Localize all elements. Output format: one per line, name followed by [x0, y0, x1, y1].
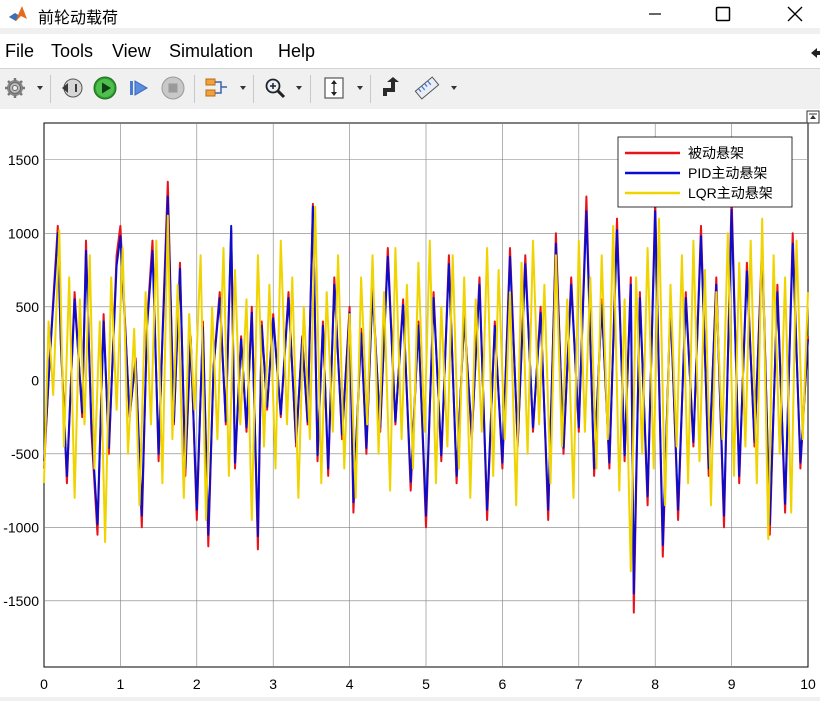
dock-icon[interactable] [810, 46, 820, 60]
toolbar-separator [310, 75, 311, 103]
legend[interactable]: 被动悬架 PID主动悬架 LQR主动悬架 [617, 136, 793, 208]
zoom-dropdown-icon[interactable] [296, 86, 302, 90]
x-tick-label: 10 [800, 676, 816, 692]
minimize-button[interactable] [632, 0, 678, 28]
settings-icon [5, 78, 25, 98]
zoom-button[interactable] [262, 75, 288, 101]
close-button[interactable] [772, 0, 818, 28]
minimize-icon [649, 13, 661, 15]
x-tick-label: 8 [651, 676, 659, 692]
x-tick-label: 7 [575, 676, 583, 692]
y-tick-label: 0 [31, 372, 39, 388]
stop-icon [161, 76, 185, 100]
x-tick-label: 4 [346, 676, 354, 692]
toolbar [0, 68, 820, 110]
run-button[interactable] [92, 75, 118, 101]
zoom-icon [265, 78, 286, 99]
menu-help[interactable]: Help [278, 41, 315, 62]
toolbar-separator [50, 75, 51, 103]
title-bar: 前轮动载荷 [0, 0, 820, 28]
step-forward-icon [130, 80, 148, 96]
menu-view[interactable]: View [112, 41, 151, 62]
y-tick-label: -1500 [3, 593, 39, 609]
step-forward-button[interactable] [126, 75, 152, 101]
maximize-icon [715, 6, 731, 22]
measure-button[interactable] [414, 75, 440, 101]
close-icon [787, 6, 803, 22]
legend-label: 被动悬架 [688, 145, 744, 161]
fit-axes-button[interactable] [321, 75, 347, 101]
fit-axes-icon [324, 77, 344, 99]
settings-dropdown-icon[interactable] [37, 86, 43, 90]
maximize-button[interactable] [700, 0, 746, 28]
y-tick-label: 500 [16, 299, 40, 315]
line-chart[interactable]: 0 1 2 3 4 5 6 7 8 9 10 -1500 -1000 -500 0 500 1000 1500 被… [0, 109, 820, 697]
x-tick-label: 0 [40, 676, 48, 692]
matlab-icon [7, 3, 29, 25]
toolbar-separator [253, 75, 254, 103]
highlight-block-icon [383, 77, 399, 96]
y-tick-label: 1000 [8, 225, 39, 241]
x-tick-label: 5 [422, 676, 430, 692]
x-tick-label: 1 [117, 676, 125, 692]
step-back-icon [62, 78, 83, 98]
undock-axes-icon[interactable] [806, 110, 820, 124]
step-back-button[interactable] [59, 75, 85, 101]
x-tick-label: 2 [193, 676, 201, 692]
toolbar-separator [370, 75, 371, 103]
stop-button[interactable] [160, 75, 186, 101]
menu-bar: File Tools View Simulation Help [0, 34, 820, 68]
measure-icon [414, 76, 440, 100]
fit-axes-dropdown-icon[interactable] [357, 86, 363, 90]
y-tick-label: 1500 [8, 152, 39, 168]
x-tick-label: 6 [499, 676, 507, 692]
scope-plot-area: 0 1 2 3 4 5 6 7 8 9 10 -1500 -1000 -500 0 500 1000 1500 被… [0, 109, 820, 697]
legend-label: LQR主动悬架 [688, 185, 773, 201]
settings-button[interactable] [2, 75, 28, 101]
highlight-block-button[interactable] [378, 75, 404, 101]
x-tick-label: 9 [728, 676, 736, 692]
run-icon [93, 76, 117, 100]
y-tick-label: -500 [11, 446, 39, 462]
measure-dropdown-icon[interactable] [451, 86, 457, 90]
menu-file[interactable]: File [5, 41, 34, 62]
toolbar-separator [194, 75, 195, 103]
window-title: 前轮动载荷 [38, 8, 119, 27]
y-tick-label: -1000 [3, 519, 39, 535]
signal-selector-icon [205, 78, 227, 97]
menu-simulation[interactable]: Simulation [169, 41, 253, 62]
menu-tools[interactable]: Tools [51, 41, 93, 62]
legend-label: PID主动悬架 [688, 165, 767, 181]
x-tick-label: 3 [269, 676, 277, 692]
signal-selector-button[interactable] [203, 75, 229, 101]
signal-selector-dropdown-icon[interactable] [240, 86, 246, 90]
